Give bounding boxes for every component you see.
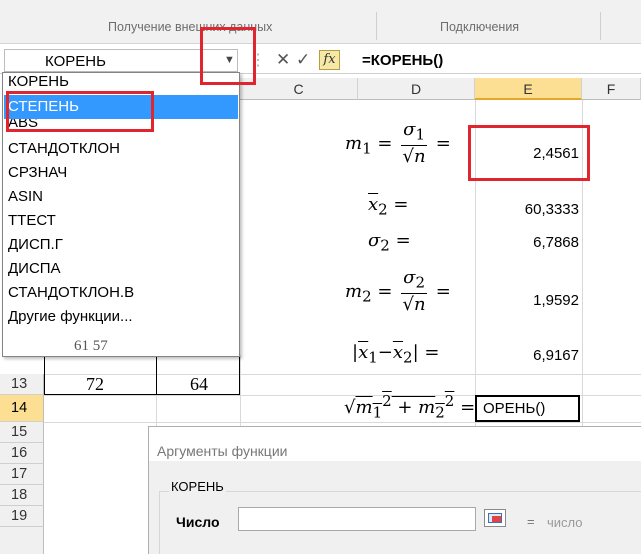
data-table-border: [156, 354, 157, 395]
row-header-16[interactable]: 16: [0, 443, 44, 464]
column-header-f[interactable]: F: [582, 78, 641, 100]
column-header-e[interactable]: E: [475, 78, 582, 100]
dialog-title: Аргументы функции: [157, 443, 288, 459]
formula-image-diff: |x1−x2| =: [352, 342, 440, 367]
dialog-group-label: КОРЕНЬ: [169, 479, 226, 494]
ribbon-separator: [600, 12, 601, 40]
function-arguments-dialog: Аргументы функции КОРЕНЬ Число = число: [148, 426, 641, 554]
row-header-19[interactable]: 19: [0, 506, 44, 527]
annotation-box-stepen: [6, 91, 154, 132]
ribbon-separator: [376, 12, 377, 40]
cell-value-x2[interactable]: 60,3333: [479, 201, 579, 218]
dropdown-item[interactable]: ТТЕСТ: [4, 209, 238, 233]
dropdown-underlying-row-12: 61 57: [74, 338, 108, 353]
gridline: [240, 355, 241, 430]
formula-image-sqrt: √m12 + m22 =: [344, 392, 476, 422]
cell-b13[interactable]: 64: [190, 374, 208, 395]
row-header-14[interactable]: 14: [0, 395, 44, 422]
dropdown-item[interactable]: ДИСП.Г: [4, 233, 238, 257]
argument-equals: =: [527, 514, 535, 529]
dialog-titlebar[interactable]: Аргументы функции: [149, 427, 641, 461]
cell-value-sigma2[interactable]: 6,7868: [479, 234, 579, 251]
ribbon: Получение внешних данных Подключения: [0, 0, 641, 44]
argument-label-number: Число: [176, 514, 220, 530]
row-header-filler: [0, 527, 44, 554]
column-header-d[interactable]: D: [358, 78, 475, 100]
ribbon-group-connections[interactable]: Подключения: [440, 20, 519, 34]
dropdown-item[interactable]: СТАНДОТКЛОН.В: [4, 281, 238, 305]
data-table-border: [44, 354, 240, 395]
dropdown-item-more-functions[interactable]: Другие функции...: [4, 305, 238, 329]
formula-image-x2: x2 =: [368, 194, 409, 219]
argument-input-number[interactable]: [238, 507, 476, 531]
formula-image-m2: m2 = σ2 √n =: [345, 267, 451, 315]
dropdown-item[interactable]: СТАНДОТКЛОН: [4, 137, 238, 161]
row-header-15[interactable]: 15: [0, 422, 44, 443]
cell-a13[interactable]: 72: [86, 374, 104, 395]
dropdown-item[interactable]: ДИСПА: [4, 257, 238, 281]
cell-value-m2[interactable]: 1,9592: [479, 292, 579, 309]
formula-image-m1: m1 = σ1 √n =: [345, 119, 451, 167]
argument-result-hint: число: [547, 515, 583, 530]
cell-value-diff[interactable]: 6,9167: [479, 347, 579, 364]
annotation-box-dropdown-arrow: [200, 27, 256, 85]
active-cell-e14[interactable]: ОРЕНЬ(): [475, 395, 580, 422]
enter-check-icon[interactable]: ✓: [296, 50, 310, 70]
cancel-icon[interactable]: ✕: [276, 50, 290, 70]
formula-input[interactable]: =КОРЕНЬ(): [362, 52, 443, 69]
formula-bar: КОРЕНЬ ▼ ⋮ ✕ ✓ fx =КОРЕНЬ(): [0, 48, 641, 74]
gridline: [44, 422, 641, 423]
range-select-icon[interactable]: [484, 509, 506, 527]
row-header-17[interactable]: 17: [0, 464, 44, 485]
row-header-13[interactable]: 13: [0, 374, 44, 395]
annotation-box-m1-value: [468, 125, 590, 181]
dropdown-item[interactable]: СРЗНАЧ: [4, 161, 238, 185]
name-box-value: КОРЕНЬ: [45, 53, 106, 70]
formula-image-sigma2: σ2 =: [368, 230, 411, 255]
dropdown-item[interactable]: ASIN: [4, 185, 238, 209]
row-header-18[interactable]: 18: [0, 485, 44, 506]
column-header-c[interactable]: C: [240, 78, 358, 100]
insert-function-icon[interactable]: fx: [319, 50, 340, 70]
